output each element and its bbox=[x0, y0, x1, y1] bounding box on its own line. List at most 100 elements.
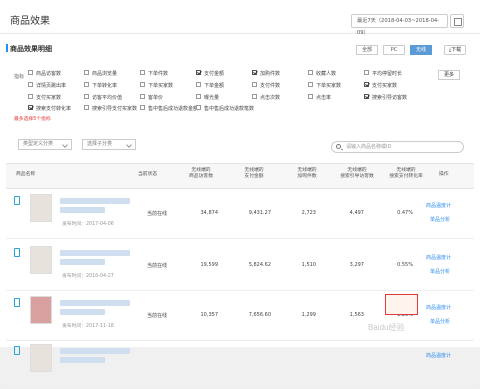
thermometer-link[interactable]: 商品温度计 bbox=[426, 254, 451, 261]
indicator-checkbox[interactable]: 加购件数 bbox=[252, 70, 280, 77]
indicator-checkbox[interactable]: 下单转化率 bbox=[84, 82, 117, 89]
highlight-box bbox=[385, 294, 418, 315]
search-conv-value: 0.55% bbox=[397, 262, 413, 268]
checkbox-icon[interactable] bbox=[196, 82, 201, 87]
mobile-icon bbox=[14, 248, 20, 257]
date-range-picker[interactable]: 最近7天（2018-04-03~2018-04-09） bbox=[351, 14, 448, 36]
terminal-pc-button[interactable]: PC bbox=[383, 45, 405, 55]
thermometer-link[interactable]: 商品温度计 bbox=[426, 304, 451, 311]
indicator-label-text: 商品访客数 bbox=[36, 71, 62, 77]
product-thumbnail[interactable] bbox=[30, 246, 52, 274]
checkbox-icon[interactable] bbox=[28, 105, 33, 110]
indicator-label-text: 下单转化率 bbox=[92, 83, 118, 89]
indicator-checkbox[interactable]: 下单买家数 bbox=[140, 82, 173, 89]
checkbox-icon[interactable] bbox=[140, 94, 145, 99]
product-thumbnail[interactable] bbox=[30, 194, 52, 222]
indicator-checkbox[interactable]: 客单价 bbox=[140, 94, 163, 101]
search-visitors-value: 1,563 bbox=[349, 312, 364, 318]
product-thumbnail[interactable] bbox=[30, 296, 52, 324]
download-button[interactable]: ⤓下载 bbox=[444, 45, 466, 55]
product-thumbnail[interactable] bbox=[30, 344, 52, 372]
checkbox-icon[interactable] bbox=[308, 94, 313, 99]
indicator-label-text: 下单件数 bbox=[148, 71, 169, 77]
indicator-checkbox[interactable]: 搜索引导访客数 bbox=[364, 94, 407, 101]
subcategory-select[interactable]: 选择子分类 bbox=[82, 139, 136, 150]
checkbox-icon[interactable] bbox=[252, 70, 257, 75]
thermometer-link[interactable]: 商品温度计 bbox=[426, 202, 451, 209]
th-search-conv[interactable]: 无线端的 搜索支付转化率 bbox=[381, 168, 431, 180]
calendar-icon[interactable] bbox=[450, 14, 464, 28]
indicator-checkbox[interactable]: 搜索引导支付买家数 bbox=[84, 105, 137, 112]
checkbox-icon[interactable] bbox=[364, 82, 369, 87]
cart-value: 1,299 bbox=[301, 312, 316, 318]
single-analysis-link[interactable]: 单品分析 bbox=[430, 318, 450, 325]
product-status: 当前在线 bbox=[147, 313, 168, 319]
indicator-checkbox[interactable]: 商品访客数 bbox=[28, 70, 61, 77]
category-select[interactable]: 类型定义分类 bbox=[18, 139, 72, 150]
single-analysis-link[interactable]: 单品分析 bbox=[430, 216, 450, 223]
product-name-blurred[interactable] bbox=[60, 198, 130, 204]
checkbox-icon[interactable] bbox=[140, 105, 145, 110]
indicator-checkbox[interactable]: 详情页跳出率 bbox=[28, 82, 66, 89]
more-button[interactable]: 更多 bbox=[438, 70, 460, 80]
th-pay-amount[interactable]: 无线端的 支付金额 bbox=[234, 168, 274, 180]
product-name-blurred[interactable] bbox=[60, 309, 105, 315]
indicator-checkbox[interactable]: 支付金额 bbox=[196, 70, 224, 77]
page-title: 商品效果 bbox=[10, 16, 50, 27]
indicator-checkbox[interactable]: 收藏人数 bbox=[308, 70, 336, 77]
checkbox-icon[interactable] bbox=[252, 94, 257, 99]
terminal-all-button[interactable]: 全部 bbox=[356, 45, 378, 55]
indicator-checkbox[interactable]: 售中售后成功退款金额 bbox=[140, 105, 198, 112]
row-divider bbox=[6, 340, 474, 341]
product-name-blurred[interactable] bbox=[60, 348, 130, 354]
checkbox-icon[interactable] bbox=[84, 105, 89, 110]
th-status: 当前状态 bbox=[138, 172, 158, 177]
product-name-blurred[interactable] bbox=[60, 207, 105, 213]
checkbox-icon[interactable] bbox=[308, 82, 313, 87]
indicator-checkbox[interactable]: 搜索支付转化率 bbox=[28, 105, 71, 112]
single-analysis-link[interactable]: 单品分析 bbox=[430, 268, 450, 275]
product-name-blurred[interactable] bbox=[60, 250, 130, 256]
indicator-checkbox[interactable]: 点击率 bbox=[308, 94, 331, 101]
checkbox-icon[interactable] bbox=[196, 70, 201, 75]
checkbox-icon[interactable] bbox=[84, 70, 89, 75]
publish-time: 发布时间：2017-11-18 bbox=[62, 324, 114, 329]
checkbox-icon[interactable] bbox=[140, 82, 145, 87]
checkbox-icon[interactable] bbox=[140, 70, 145, 75]
product-name-blurred[interactable] bbox=[60, 300, 130, 306]
product-name-blurred[interactable] bbox=[60, 259, 105, 265]
checkbox-icon[interactable] bbox=[364, 94, 369, 99]
indicator-checkbox[interactable]: 点击次数 bbox=[252, 94, 280, 101]
th-visitors[interactable]: 无线端的 商品访客数 bbox=[181, 168, 221, 180]
indicator-label-text: 搜索引导支付买家数 bbox=[92, 106, 138, 112]
product-name-blurred[interactable] bbox=[60, 357, 105, 363]
terminal-wireless-button[interactable]: 无线 bbox=[410, 45, 432, 55]
checkbox-icon[interactable] bbox=[28, 94, 33, 99]
checkbox-icon[interactable] bbox=[28, 70, 33, 75]
indicator-checkbox[interactable]: 支付买家数 bbox=[364, 82, 397, 89]
indicator-checkbox[interactable]: 下单金额 bbox=[196, 82, 224, 89]
indicator-checkbox[interactable]: 售中售后成功退款笔数 bbox=[196, 105, 254, 112]
indicator-checkbox[interactable]: 曝光量 bbox=[196, 94, 219, 101]
indicator-checkbox[interactable]: 商品浏览量 bbox=[84, 70, 117, 77]
indicator-checkbox[interactable]: 访客平均价值 bbox=[84, 94, 122, 101]
checkbox-icon[interactable] bbox=[196, 105, 201, 110]
checkbox-icon[interactable] bbox=[28, 82, 33, 87]
search-input[interactable]: 请输入商品名称或ID bbox=[331, 141, 464, 153]
checkbox-icon[interactable] bbox=[308, 70, 313, 75]
th-search-visitors[interactable]: 无线端的 搜索引导访客数 bbox=[333, 168, 381, 180]
checkbox-icon[interactable] bbox=[196, 94, 201, 99]
indicator-checkbox[interactable]: 支付买家数 bbox=[28, 94, 61, 101]
indicator-checkbox[interactable]: 下单件数 bbox=[140, 70, 168, 77]
checkbox-icon[interactable] bbox=[84, 94, 89, 99]
th-cart[interactable]: 无线端的 加购件数 bbox=[287, 168, 327, 180]
watermark: Baidu经验 bbox=[368, 323, 405, 332]
indicator-label-text: 详情页跳出率 bbox=[36, 83, 67, 89]
thermometer-link[interactable]: 商品温度计 bbox=[426, 352, 451, 359]
indicator-checkbox[interactable]: 平均停留时长 bbox=[364, 70, 402, 77]
checkbox-icon[interactable] bbox=[252, 82, 257, 87]
checkbox-icon[interactable] bbox=[84, 82, 89, 87]
checkbox-icon[interactable] bbox=[364, 70, 369, 75]
indicator-checkbox[interactable]: 支付件数 bbox=[252, 82, 280, 89]
indicator-checkbox[interactable]: 下单买家数 bbox=[308, 82, 341, 89]
